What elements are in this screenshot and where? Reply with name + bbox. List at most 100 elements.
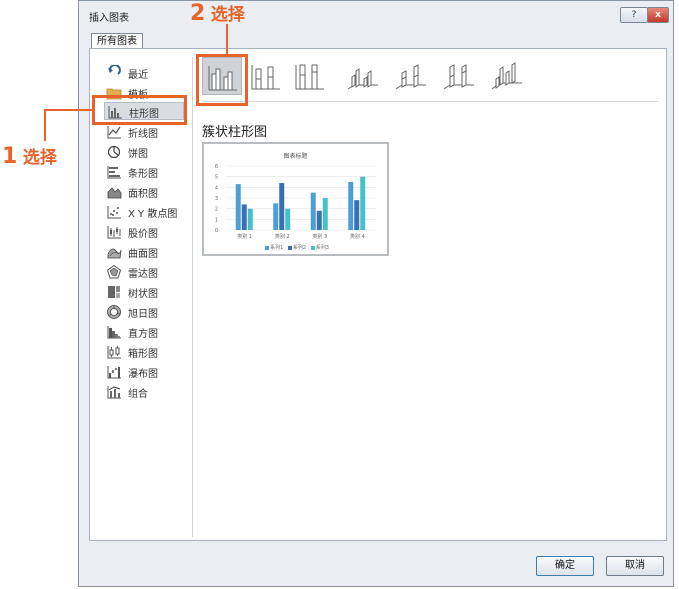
subtype-3d-clustered-column-button[interactable]: [342, 57, 382, 95]
treemap-chart-icon: [108, 286, 120, 298]
sidebar-item-area[interactable]: 面积图: [104, 183, 184, 201]
step2-label: 2 选择: [190, 0, 245, 26]
sidebar-item-label: 最近: [128, 70, 148, 81]
3d-stacked-column-icon: [395, 64, 426, 90]
area-chart-icon: [107, 187, 122, 199]
sidebar-item-label: X Y 散点图: [128, 209, 178, 220]
step2-leader-vertical: [226, 24, 228, 54]
surface-chart-icon: [107, 248, 122, 259]
sidebar-item-radar[interactable]: 雷达图: [104, 263, 184, 281]
sidebar-item-pie[interactable]: 饼图: [104, 143, 184, 161]
title-bar: 插入图表 ? x: [79, 1, 673, 27]
sidebar-item-label: 面积图: [128, 189, 158, 200]
bar-chart-icon: [107, 166, 121, 179]
stock-chart-icon: [107, 226, 121, 239]
subtype-100-stacked-column-button[interactable]: [290, 57, 330, 95]
step1-text: 选择: [22, 148, 57, 168]
step1-leader-horizontal: [44, 109, 92, 111]
sidebar-item-surface[interactable]: 曲面图: [104, 243, 184, 261]
sidebar-item-combo[interactable]: 组合: [104, 383, 184, 401]
sidebar-item-waterfall[interactable]: 瀑布图: [104, 363, 184, 381]
subtype-3d-column-button[interactable]: [486, 57, 526, 95]
bar-1: [235, 184, 241, 230]
step1-highlight-box: [92, 95, 187, 125]
step2-text: 选择: [210, 5, 245, 25]
legend-series-1: 系列1: [270, 245, 284, 251]
y-tick-label: 0: [215, 228, 218, 234]
step1-leader-vertical: [44, 109, 46, 141]
recent-icon: [108, 65, 121, 75]
ok-button[interactable]: 确定: [536, 556, 594, 576]
legend-swatch-3: [310, 245, 315, 250]
sidebar-item-label: 股价图: [128, 229, 158, 240]
sunburst-chart-icon: [107, 305, 121, 319]
percent-stacked-column-icon: [295, 64, 324, 90]
sidebar-item-bar[interactable]: 条形图: [104, 163, 184, 181]
waterfall-chart-icon: [107, 366, 121, 379]
subtype-3d-stacked-column-button[interactable]: [390, 57, 430, 95]
legend-series-2: 系列2: [292, 245, 307, 251]
step1-label: 1 选择: [2, 143, 57, 169]
step2-number: 2: [190, 1, 206, 26]
sidebar-item-box-whisker[interactable]: 箱形图: [104, 343, 184, 361]
help-button[interactable]: ?: [620, 7, 648, 23]
sidebar-item-label: 组合: [128, 389, 148, 400]
subtype-divider: [202, 101, 658, 102]
legend-series-3: 系列3: [315, 245, 329, 251]
bar-2: [279, 183, 285, 230]
subtype-stacked-column-button[interactable]: [246, 57, 286, 95]
bar-3: [322, 198, 328, 230]
subtype-title: 簇状柱形图: [202, 125, 268, 140]
bar-3: [285, 208, 291, 230]
sidebar-item-recent[interactable]: 最近: [104, 64, 184, 82]
x-tick-label: 类别 3: [312, 233, 327, 240]
chart-legend: 系列1 系列2 系列3: [204, 244, 387, 251]
bar-3: [360, 176, 366, 230]
sidebar-item-label: 折线图: [128, 129, 158, 140]
line-chart-icon: [107, 126, 121, 139]
sidebar-item-label: 条形图: [128, 169, 158, 180]
sidebar-item-treemap[interactable]: 树状图: [104, 283, 184, 301]
stacked-column-icon: [251, 65, 280, 90]
box-whisker-chart-icon: [107, 346, 121, 359]
dialog-title: 插入图表: [89, 13, 129, 24]
x-tick-label: 类别 4: [350, 233, 365, 240]
y-tick-label: 4: [215, 185, 218, 191]
chart-subtype-row: [202, 57, 652, 99]
insert-chart-dialog: 插入图表 ? x 所有图表 最近 模板 柱形图 折线图 饼图 条形图 面积图 X…: [78, 0, 674, 587]
bar-2: [316, 210, 322, 230]
sidebar-item-label: 树状图: [128, 289, 158, 300]
x-tick-label: 类别 1: [237, 233, 252, 240]
histogram-chart-icon: [107, 326, 121, 339]
pie-chart-icon: [107, 145, 121, 159]
preview-chart-svg: 0 1 2 3 4 5 6 类别 1 类别 2 类别 3 类别 4: [215, 164, 376, 240]
legend-swatch-2: [287, 245, 292, 250]
sidebar-item-sunburst[interactable]: 旭日图: [104, 303, 184, 321]
y-tick-label: 5: [215, 175, 218, 181]
subtype-3d-100-stacked-column-button[interactable]: [438, 57, 478, 95]
scatter-chart-icon: [107, 206, 121, 219]
cancel-button[interactable]: 取消: [606, 556, 664, 576]
tab-all-charts[interactable]: 所有图表: [91, 33, 143, 49]
sidebar-item-histogram[interactable]: 直方图: [104, 323, 184, 341]
bar-1: [348, 182, 354, 230]
sidebar-item-label: 曲面图: [128, 249, 158, 260]
bar-1: [310, 192, 316, 230]
bar-3: [247, 208, 253, 230]
sidebar-item-label: 雷达图: [128, 269, 158, 280]
close-button[interactable]: x: [647, 7, 669, 23]
3d-column-icon: [491, 62, 522, 90]
step2-highlight-box: [196, 54, 248, 106]
sidebar-item-stock[interactable]: 股价图: [104, 223, 184, 241]
sidebar-item-line[interactable]: 折线图: [104, 123, 184, 141]
y-tick-label: 1: [215, 217, 218, 223]
legend-swatch-1: [265, 245, 270, 250]
bar-2: [354, 200, 360, 230]
3d-percent-stacked-column-icon: [443, 64, 474, 90]
radar-chart-icon: [106, 264, 122, 279]
sidebar-item-scatter[interactable]: X Y 散点图: [104, 203, 184, 221]
y-tick-label: 6: [215, 164, 218, 170]
x-tick-label: 类别 2: [275, 233, 290, 240]
combo-chart-icon: [107, 386, 121, 399]
chart-preview[interactable]: 图表标题 0 1 2 3 4 5 6 类别 1 类别 2 类别 3 类别 4 系列1 系列2 系列3: [202, 142, 389, 256]
